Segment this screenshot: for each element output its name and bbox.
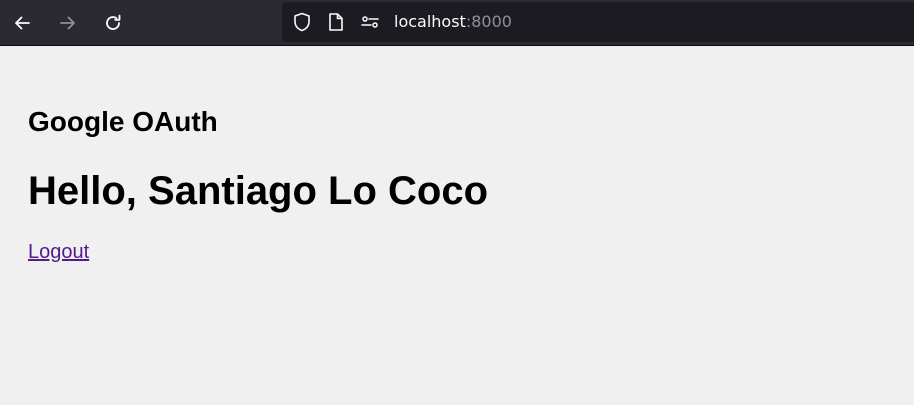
shield-icon[interactable] [292, 12, 312, 32]
forward-arrow-icon [58, 13, 78, 33]
url-port: :8000 [465, 12, 512, 31]
page-icon[interactable] [326, 12, 346, 32]
app-title: Google OAuth [28, 106, 218, 137]
greeting-heading: Hello, Santiago Lo Coco [28, 169, 489, 213]
url-host: localhost [394, 12, 466, 31]
permissions-icon[interactable] [360, 12, 380, 32]
browser-toolbar: localhost:8000 [0, 0, 914, 46]
forward-button[interactable] [52, 7, 84, 39]
url-text[interactable]: localhost:8000 [394, 12, 512, 32]
back-button[interactable] [6, 7, 38, 39]
reload-icon [103, 13, 123, 33]
logout-link[interactable]: Logout [28, 241, 89, 264]
back-arrow-icon [12, 13, 32, 33]
url-bar[interactable]: localhost:8000 [282, 2, 914, 42]
reload-button[interactable] [97, 7, 129, 39]
